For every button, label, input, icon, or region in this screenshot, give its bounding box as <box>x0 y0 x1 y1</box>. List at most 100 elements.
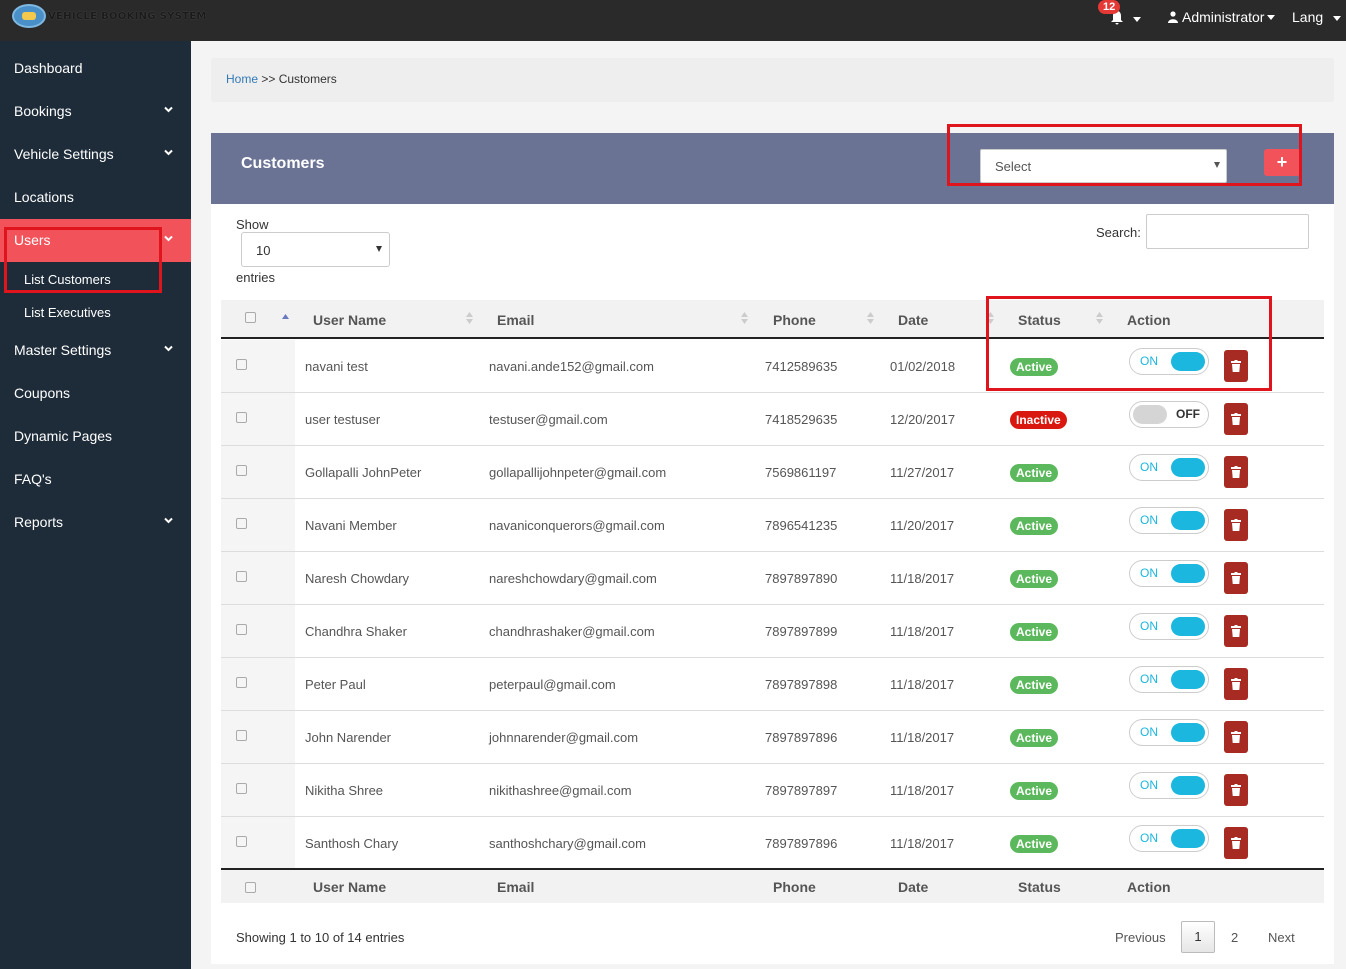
row-checkbox[interactable] <box>236 624 247 635</box>
cell-user-name: Nikitha Shree <box>305 783 384 798</box>
chevron-down-icon <box>164 106 173 113</box>
delete-button[interactable] <box>1224 562 1248 594</box>
select-all-checkbox[interactable] <box>245 312 256 323</box>
pagination-previous[interactable]: Previous <box>1115 930 1166 945</box>
cell-date: 01/02/2018 <box>890 359 956 374</box>
search-label: Search: <box>1096 225 1141 240</box>
sort-icon[interactable] <box>1096 311 1103 325</box>
status-badge: Active <box>1010 623 1059 641</box>
column-header-status[interactable]: Status <box>1018 312 1061 328</box>
column-header-date[interactable]: Date <box>898 312 928 328</box>
status-toggle[interactable]: ON <box>1129 772 1209 799</box>
sidebar-item-faqs[interactable]: FAQ's <box>0 458 191 501</box>
row-checkbox-cell <box>221 658 295 710</box>
status-badge: Active <box>1010 570 1059 588</box>
status-toggle[interactable]: ON <box>1129 348 1209 375</box>
delete-button[interactable] <box>1224 668 1248 700</box>
bulk-action-select[interactable]: Select <box>980 149 1227 183</box>
cell-date: 11/27/2017 <box>890 465 955 480</box>
select-all-checkbox-footer[interactable] <box>245 882 256 893</box>
show-label: Show <box>236 217 269 232</box>
sidebar-item-locations[interactable]: Locations <box>0 176 191 219</box>
user-menu[interactable]: Administrator <box>1168 9 1276 25</box>
notifications-button[interactable]: 12 <box>1098 0 1141 34</box>
sidebar-item-dashboard[interactable]: Dashboard <box>0 47 191 90</box>
sidebar-item-master-settings[interactable]: Master Settings <box>0 329 191 372</box>
page-length-select[interactable]: 10 <box>241 232 390 267</box>
cell-date: 11/18/2017 <box>890 571 955 586</box>
delete-button[interactable] <box>1224 615 1248 647</box>
column-header-email[interactable]: Email <box>497 312 534 328</box>
add-customer-button[interactable]: + <box>1264 149 1300 176</box>
row-checkbox[interactable] <box>236 465 247 476</box>
sidebar-item-vehicle-settings[interactable]: Vehicle Settings <box>0 133 191 176</box>
sidebar-item-dynamic-pages[interactable]: Dynamic Pages <box>0 415 191 458</box>
cell-email: gollapallijohnpeter@gmail.com <box>489 465 667 480</box>
sidebar-item-bookings[interactable]: Bookings <box>0 90 191 133</box>
cell-phone: 7897897897 <box>765 783 838 798</box>
cell-email: testuser@gmail.com <box>489 412 608 427</box>
row-checkbox[interactable] <box>236 571 247 582</box>
status-toggle[interactable]: ON <box>1129 507 1209 534</box>
toggle-label: ON <box>1140 672 1158 686</box>
cell-date: 11/20/2017 <box>890 518 955 533</box>
table-row: Naresh Chowdary nareshchowdary@gmail.com 7… <box>221 552 1324 605</box>
pagination-page-1[interactable]: 1 <box>1181 921 1215 953</box>
row-checkbox[interactable] <box>236 412 247 423</box>
row-checkbox[interactable] <box>236 783 247 794</box>
search-input[interactable] <box>1146 214 1309 249</box>
trash-icon <box>1231 678 1241 690</box>
cell-email: nikithashree@gmail.com <box>489 783 632 798</box>
cell-date: 11/18/2017 <box>890 624 955 639</box>
sidebar-item-users[interactable]: Users <box>0 219 191 262</box>
status-toggle[interactable]: ON <box>1129 666 1209 693</box>
sidebar-item-coupons[interactable]: Coupons <box>0 372 191 415</box>
row-checkbox[interactable] <box>236 359 247 370</box>
pagination-page-2[interactable]: 2 <box>1231 930 1238 945</box>
delete-button[interactable] <box>1224 509 1248 541</box>
toggle-label: ON <box>1140 619 1158 633</box>
sort-icon[interactable] <box>741 311 748 325</box>
chevron-down-icon <box>1214 162 1220 168</box>
table-row: Santhosh Chary santhoshchary@gmail.com 789… <box>221 817 1324 870</box>
delete-button[interactable] <box>1224 827 1248 859</box>
row-checkbox[interactable] <box>236 836 247 847</box>
row-checkbox[interactable] <box>236 730 247 741</box>
delete-button[interactable] <box>1224 721 1248 753</box>
entries-label: entries <box>236 270 276 285</box>
status-toggle[interactable]: OFF <box>1129 401 1209 428</box>
sort-icon[interactable] <box>987 311 994 325</box>
status-toggle[interactable]: ON <box>1129 825 1209 852</box>
sidebar-subitem-list-customers[interactable]: List Customers <box>24 272 111 287</box>
delete-button[interactable] <box>1224 456 1248 488</box>
status-toggle[interactable]: ON <box>1129 719 1209 746</box>
delete-button[interactable] <box>1224 774 1248 806</box>
delete-button[interactable] <box>1224 403 1248 435</box>
pagination-next[interactable]: Next <box>1268 930 1295 945</box>
delete-button[interactable] <box>1224 350 1248 382</box>
column-header-phone[interactable]: Phone <box>773 312 816 328</box>
language-menu[interactable]: Lang <box>1292 9 1342 25</box>
chevron-down-icon <box>1333 15 1342 21</box>
cell-phone: 7897897890 <box>765 571 838 586</box>
sidebar-item-reports[interactable]: Reports <box>0 501 191 544</box>
row-checkbox-cell <box>221 552 295 604</box>
top-bar: VEHICLE BOOKING SYSTEM 12 Administrator … <box>0 0 1346 41</box>
chevron-down-icon <box>1133 17 1141 22</box>
trash-icon <box>1231 837 1241 849</box>
breadcrumb-home-link[interactable]: Home <box>226 72 258 86</box>
sort-asc-icon[interactable] <box>282 311 289 325</box>
status-toggle[interactable]: ON <box>1129 454 1209 481</box>
sort-icon[interactable] <box>466 311 473 325</box>
toggle-knob <box>1171 564 1205 583</box>
status-toggle[interactable]: ON <box>1129 560 1209 587</box>
sidebar-subitem-list-executives[interactable]: List Executives <box>24 305 111 320</box>
sidebar-item-label: Users <box>14 232 51 248</box>
cell-user-name: Naresh Chowdary <box>305 571 410 586</box>
app-logo[interactable]: VEHICLE BOOKING SYSTEM <box>12 4 207 28</box>
status-toggle[interactable]: ON <box>1129 613 1209 640</box>
sort-icon[interactable] <box>867 311 874 325</box>
row-checkbox[interactable] <box>236 518 247 529</box>
row-checkbox[interactable] <box>236 677 247 688</box>
column-header-user-name[interactable]: User Name <box>313 312 386 328</box>
